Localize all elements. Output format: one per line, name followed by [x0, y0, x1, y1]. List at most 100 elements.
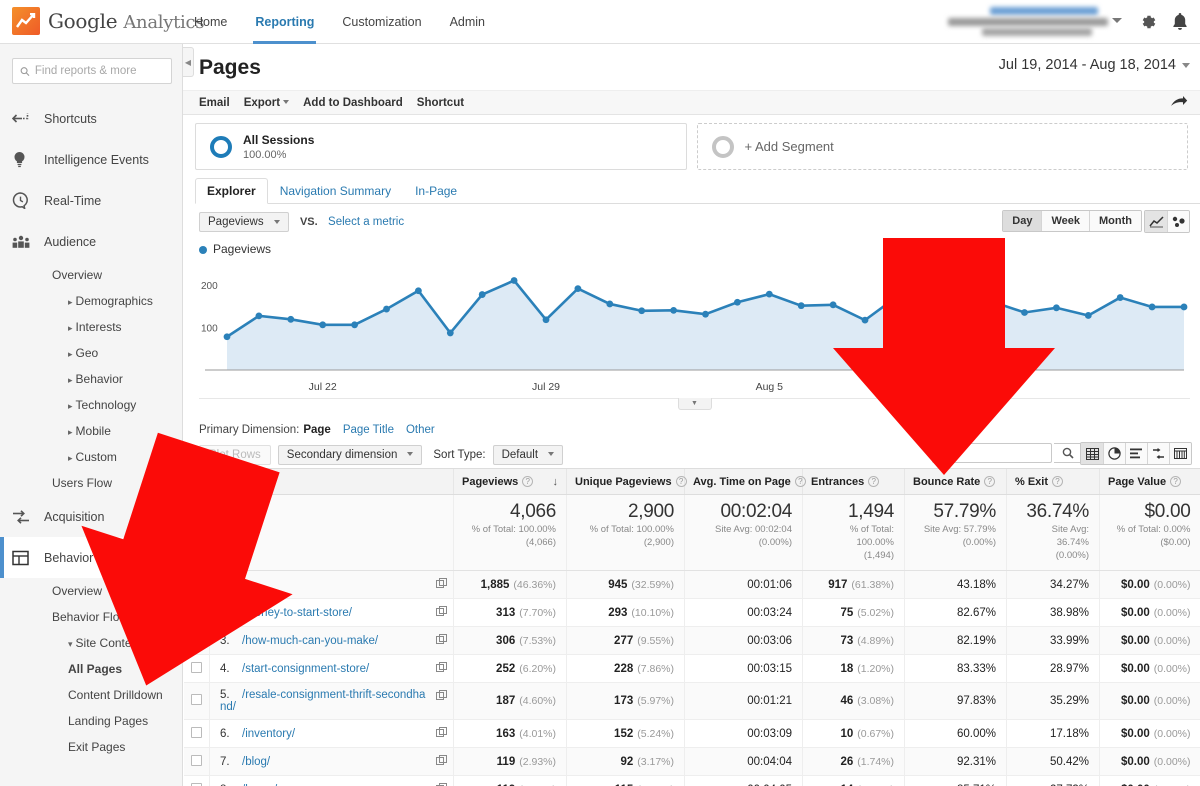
- row-checkbox[interactable]: [191, 634, 202, 645]
- help-icon[interactable]: ?: [1170, 476, 1181, 487]
- brand-logo[interactable]: Google Analytics: [12, 7, 204, 35]
- primary-metric-dropdown[interactable]: Pageviews: [199, 212, 289, 232]
- select-metric-link[interactable]: Select a metric: [328, 216, 404, 228]
- sidebar-item-site-content[interactable]: ▾Site Content: [0, 630, 182, 656]
- add-segment-button[interactable]: + Add Segment: [697, 123, 1189, 170]
- sidebar-item-content-drilldown[interactable]: Content Drilldown: [0, 682, 182, 708]
- row-checkbox[interactable]: [191, 694, 202, 705]
- help-icon[interactable]: ?: [795, 476, 806, 487]
- segment-all-sessions[interactable]: All Sessions 100.00%: [195, 123, 687, 170]
- granularity-week[interactable]: Week: [1041, 211, 1089, 231]
- column-header-pageviews[interactable]: Pageviews?↓: [454, 469, 567, 495]
- tab-explorer[interactable]: Explorer: [195, 178, 268, 204]
- table-row[interactable]: 6./inventory/163(4.01%)152(5.24%)00:03:0…: [184, 720, 1200, 748]
- row-checkbox-cell[interactable]: [184, 776, 210, 786]
- comparison-view-icon[interactable]: [1147, 443, 1169, 464]
- table-search-button[interactable]: [1054, 443, 1082, 463]
- line-chart-icon[interactable]: [1145, 211, 1167, 232]
- column-header-percent-exit[interactable]: % Exit?: [1007, 469, 1100, 495]
- table-search-box[interactable]: [932, 443, 1052, 463]
- pivot-view-icon[interactable]: [1169, 443, 1191, 464]
- help-icon[interactable]: ?: [676, 476, 687, 487]
- row-page-link[interactable]: /resale-consignment-thrift-secondhand/: [220, 689, 425, 713]
- export-button[interactable]: Export: [244, 97, 289, 109]
- settings-gear-icon[interactable]: [1138, 12, 1158, 32]
- sidebar-item-landing-pages[interactable]: Landing Pages: [0, 708, 182, 734]
- pageviews-timeline-chart[interactable]: 100200Jul 22Jul 29Aug 5Aug 12: [199, 258, 1190, 398]
- sidebar-item-audience-overview[interactable]: Overview: [0, 262, 182, 288]
- open-page-external-icon[interactable]: [436, 662, 447, 676]
- secondary-dimension-dropdown[interactable]: Secondary dimension: [278, 445, 423, 465]
- sidebar-item-interests[interactable]: ▸Interests: [0, 314, 182, 340]
- granularity-day[interactable]: Day: [1003, 211, 1041, 231]
- row-checkbox-cell[interactable]: [184, 571, 210, 599]
- open-page-external-icon[interactable]: [436, 755, 447, 769]
- table-row[interactable]: 4./start-consignment-store/252(6.20%)228…: [184, 655, 1200, 683]
- help-icon[interactable]: ?: [1052, 476, 1063, 487]
- help-icon[interactable]: ?: [248, 476, 259, 487]
- table-row[interactable]: 2./money-to-start-store/313(7.70%)293(10…: [184, 599, 1200, 627]
- chart-collapse-toggle[interactable]: ▼: [678, 398, 712, 410]
- motion-chart-icon[interactable]: [1167, 211, 1189, 232]
- dimension-other[interactable]: Other: [406, 424, 435, 436]
- row-checkbox[interactable]: [191, 727, 202, 738]
- column-header-page-value[interactable]: Page Value?: [1100, 469, 1200, 495]
- row-page-link[interactable]: /: [242, 579, 245, 591]
- open-page-external-icon[interactable]: [436, 606, 447, 620]
- pie-view-icon[interactable]: [1103, 443, 1125, 464]
- row-checkbox[interactable]: [191, 662, 202, 673]
- sidebar-item-behavior-overview[interactable]: Overview: [0, 578, 182, 604]
- bar-view-icon[interactable]: [1125, 443, 1147, 464]
- row-page-link[interactable]: /money-to-start-store/: [242, 607, 352, 619]
- column-header-entrances[interactable]: Entrances?: [803, 469, 905, 495]
- column-header-avg-time-on-page[interactable]: Avg. Time on Page?: [685, 469, 803, 495]
- sidebar-item-mobile[interactable]: ▸Mobile: [0, 418, 182, 444]
- row-checkbox-cell[interactable]: [184, 720, 210, 748]
- open-page-external-icon[interactable]: [436, 578, 447, 592]
- help-icon[interactable]: ?: [522, 476, 533, 487]
- sidebar-item-shortcuts[interactable]: Shortcuts: [0, 98, 182, 139]
- row-page-link[interactable]: /how-much-can-you-make/: [242, 635, 378, 647]
- row-checkbox-cell[interactable]: [184, 599, 210, 627]
- sidebar-item-acquisition[interactable]: Acquisition: [0, 496, 182, 537]
- sidebar-item-audience[interactable]: Audience: [0, 221, 182, 262]
- table-row[interactable]: 8./hours/119(2.93%)115(3.97%)00:04:0514(…: [184, 776, 1200, 786]
- nav-customization[interactable]: Customization: [328, 0, 435, 44]
- tab-navigation-summary[interactable]: Navigation Summary: [268, 178, 403, 204]
- sidebar-item-intelligence-events[interactable]: Intelligence Events: [0, 139, 182, 180]
- open-page-external-icon[interactable]: [436, 727, 447, 741]
- date-range-picker[interactable]: Jul 19, 2014 - Aug 18, 2014: [999, 57, 1190, 73]
- sidebar-item-custom[interactable]: ▸Custom: [0, 444, 182, 470]
- sidebar-item-audience-behavior[interactable]: ▸Behavior: [0, 366, 182, 392]
- notifications-bell-icon[interactable]: [1170, 11, 1190, 33]
- row-checkbox-cell[interactable]: [184, 683, 210, 720]
- sidebar-item-demographics[interactable]: ▸Demographics: [0, 288, 182, 314]
- search-input[interactable]: [35, 65, 164, 77]
- row-page-link[interactable]: /inventory/: [242, 728, 295, 740]
- sidebar-item-geo[interactable]: ▸Geo: [0, 340, 182, 366]
- open-page-external-icon[interactable]: [436, 690, 447, 704]
- table-row[interactable]: 1./1,885(46.36%)945(32.59%)00:01:06917(6…: [184, 571, 1200, 599]
- tab-in-page[interactable]: In-Page: [403, 178, 469, 204]
- nav-home[interactable]: Home: [180, 0, 241, 44]
- dimension-page-title[interactable]: Page Title: [343, 424, 394, 436]
- email-button[interactable]: Email: [199, 97, 230, 109]
- row-checkbox[interactable]: [191, 755, 202, 766]
- granularity-month[interactable]: Month: [1089, 211, 1141, 231]
- column-header-page[interactable]: Page?: [210, 469, 454, 495]
- sidebar-item-real-time[interactable]: Real-Time: [0, 180, 182, 221]
- sidebar-item-behavior[interactable]: Behavior: [0, 537, 182, 578]
- plot-rows-button[interactable]: Plot Rows: [199, 445, 271, 465]
- sidebar-item-users-flow[interactable]: Users Flow: [0, 470, 182, 496]
- table-view-icon[interactable]: [1081, 443, 1103, 464]
- sidebar-item-behavior-flow[interactable]: Behavior Flow: [0, 604, 182, 630]
- account-property-selector[interactable]: [942, 6, 1122, 38]
- row-checkbox-cell[interactable]: [184, 655, 210, 683]
- nav-reporting[interactable]: Reporting: [241, 0, 328, 44]
- sidebar-item-technology[interactable]: ▸Technology: [0, 392, 182, 418]
- sidebar-item-exit-pages[interactable]: Exit Pages: [0, 734, 182, 760]
- row-page-link[interactable]: /blog/: [242, 756, 270, 768]
- sidebar-search[interactable]: [12, 58, 172, 84]
- help-icon[interactable]: ?: [868, 476, 879, 487]
- sort-type-dropdown[interactable]: Default: [493, 445, 563, 465]
